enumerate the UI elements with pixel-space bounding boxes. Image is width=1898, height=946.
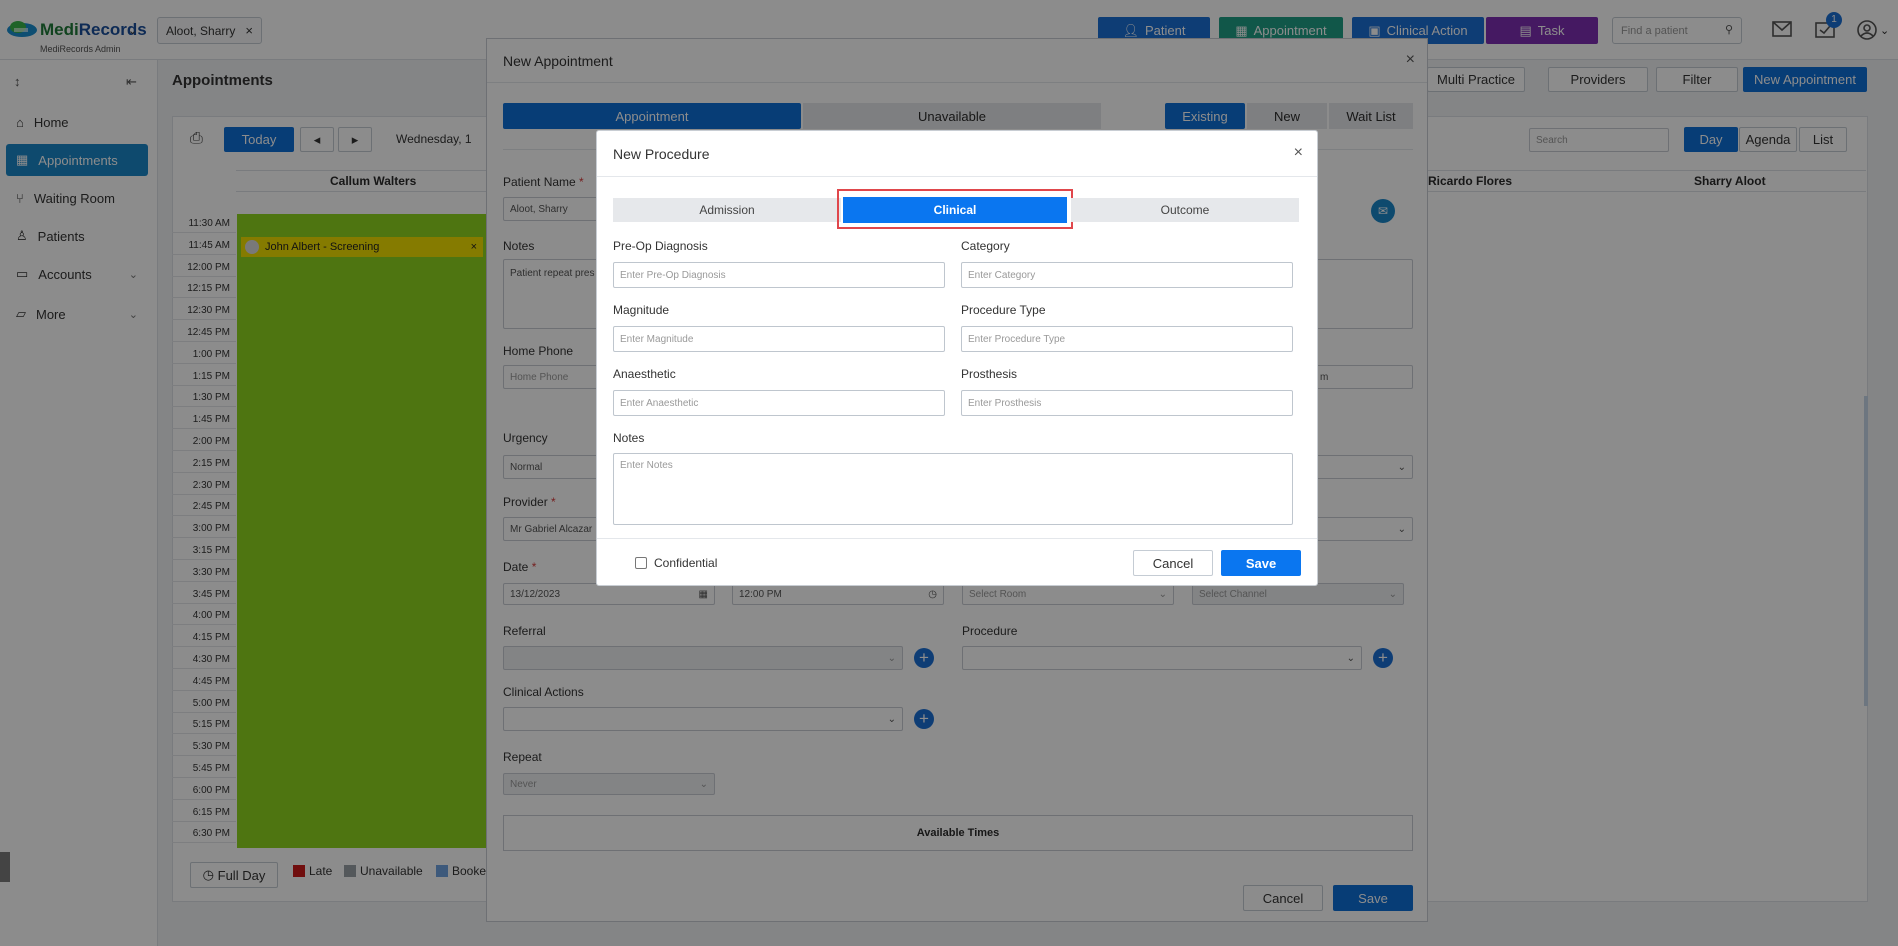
magnitude-label: Magnitude [613,303,670,317]
notes-textarea[interactable]: Enter Notes [613,453,1293,525]
pre-op-input[interactable]: Enter Pre-Op Diagnosis [613,262,945,288]
confidential-checkbox[interactable] [635,557,647,569]
tab-clinical[interactable]: Clinical [843,197,1067,223]
prosthesis-label: Prosthesis [961,367,1018,381]
confidential-label: Confidential [654,556,718,570]
category-label: Category [961,239,1010,253]
modal-title: New Procedure [597,131,1317,177]
save-button[interactable]: Save [1221,550,1301,576]
pre-op-label: Pre-Op Diagnosis [613,239,708,253]
cancel-button[interactable]: Cancel [1133,550,1213,576]
notes-label: Notes [613,431,645,445]
procedure-type-label: Procedure Type [961,303,1046,317]
tab-admission[interactable]: Admission [613,198,841,222]
close-icon[interactable]: × [1294,144,1303,162]
side-tab[interactable] [0,852,10,882]
tab-outcome[interactable]: Outcome [1071,198,1299,222]
category-input[interactable]: Enter Category [961,262,1293,288]
anaesthetic-input[interactable]: Enter Anaesthetic [613,390,945,416]
magnitude-input[interactable]: Enter Magnitude [613,326,945,352]
new-procedure-modal: New Procedure × Admission Clinical Outco… [596,130,1318,586]
prosthesis-input[interactable]: Enter Prosthesis [961,390,1293,416]
procedure-type-input[interactable]: Enter Procedure Type [961,326,1293,352]
divider [597,538,1317,539]
scrollbar[interactable] [1864,396,1868,706]
anaesthetic-label: Anaesthetic [613,367,676,381]
